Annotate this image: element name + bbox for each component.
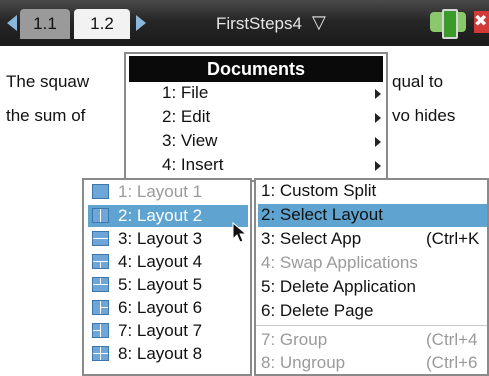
battery-icon	[430, 9, 466, 39]
menu-item-select-app[interactable]: 3: Select App (Ctrl+K	[258, 228, 487, 251]
doc-text-line1-right: qual to	[392, 72, 444, 91]
close-icon[interactable]: ✖	[474, 11, 489, 33]
layout-4-icon	[92, 254, 109, 269]
submenu-arrow-icon	[375, 161, 381, 171]
layout-item-label: 7: Layout 7	[118, 321, 203, 340]
menu-item-insert[interactable]: 4: Insert	[162, 155, 223, 175]
menu-item-label: 1: Custom Split	[261, 181, 377, 200]
tab-1-2[interactable]: 1.2	[74, 9, 130, 39]
layout-item-label: 3: Layout 3	[118, 229, 203, 248]
layout-item-label: 4: Layout 4	[118, 252, 203, 271]
layout-item-label: 6: Layout 6	[118, 298, 203, 317]
submenu-arrow-icon	[375, 113, 381, 123]
layout-item-2[interactable]: 2: Layout 2	[88, 205, 248, 227]
menu-item-label: 5: Delete Application	[261, 277, 416, 296]
menu-divider	[256, 325, 487, 326]
layout-item-label: 2: Layout 2	[118, 206, 203, 225]
layout-item-label: 1: Layout 1	[118, 182, 203, 201]
layout-2-icon	[92, 208, 109, 223]
layout-item-5[interactable]: 5: Layout 5	[88, 274, 248, 296]
menu-item-custom-split[interactable]: 1: Custom Split	[258, 180, 487, 203]
layout-5-icon	[92, 277, 109, 292]
menu-item-shortcut: (Ctrl+6	[426, 353, 478, 372]
layout-8-icon	[92, 346, 109, 361]
layout-item-6[interactable]: 6: Layout 6	[88, 297, 248, 319]
layout-7-icon	[92, 323, 109, 338]
menu-item-select-layout[interactable]: 2: Select Layout	[258, 204, 487, 227]
submenu-arrow-icon	[375, 89, 381, 99]
menu-item-label: 8: Ungroup	[261, 353, 346, 372]
menu-item-shortcut: (Ctrl+K	[426, 229, 480, 248]
left-arrow-icon[interactable]	[7, 15, 17, 31]
doc-text-line1-left: The squaw	[6, 72, 90, 91]
menu-item-view[interactable]: 3: View	[162, 131, 217, 151]
submenu-arrow-icon	[375, 137, 381, 147]
layout-6-icon	[92, 300, 109, 315]
layout-item-label: 8: Layout 8	[118, 344, 203, 363]
documents-menu-title: Documents	[129, 56, 383, 82]
menu-item-label: 6: Delete Page	[261, 301, 374, 320]
menu-item-delete-application[interactable]: 5: Delete Application	[258, 276, 487, 299]
menu-item-group[interactable]: 7: Group (Ctrl+4	[258, 329, 487, 352]
menu-item-label: 7: Group	[261, 330, 328, 349]
menu-item-label: 4: Swap Applications	[261, 253, 418, 272]
pointer-cursor-icon	[232, 222, 248, 243]
layout-item-1[interactable]: 1: Layout 1	[88, 181, 248, 203]
menu-item-delete-page[interactable]: 6: Delete Page	[258, 300, 487, 323]
layouts-menu: 1: Layout 1 2: Layout 2 3: Layout 3 4: L…	[82, 178, 252, 376]
top-bar: 1.1 1.2 FirstSteps4 ▽ ✖	[0, 0, 489, 46]
right-arrow-icon[interactable]	[136, 15, 146, 31]
document-title[interactable]: FirstSteps4	[216, 10, 302, 38]
menu-item-swap-applications[interactable]: 4: Swap Applications	[258, 252, 487, 275]
layout-1-icon	[92, 184, 109, 199]
layout-item-3[interactable]: 3: Layout 3	[88, 228, 248, 250]
menu-item-file[interactable]: 1: File	[162, 83, 208, 103]
menu-item-label: 2: Select Layout	[261, 205, 383, 224]
page-layout-menu: 1: Custom Split 2: Select Layout 3: Sele…	[254, 178, 489, 376]
tab-1-1[interactable]: 1.1	[20, 9, 70, 39]
layout-item-7[interactable]: 7: Layout 7	[88, 320, 248, 342]
menu-item-label: 3: Select App	[261, 229, 362, 248]
menu-item-ungroup[interactable]: 8: Ungroup (Ctrl+6	[258, 352, 487, 375]
layout-3-icon	[92, 231, 109, 246]
layout-item-8[interactable]: 8: Layout 8	[88, 343, 248, 365]
layout-item-4[interactable]: 4: Layout 4	[88, 251, 248, 273]
doc-text-line2-left: the sum of	[6, 106, 86, 125]
menu-item-shortcut: (Ctrl+4	[426, 330, 478, 349]
menu-item-edit[interactable]: 2: Edit	[162, 107, 210, 127]
documents-menu: Documents 1: File 2: Edit 3: View 4: Ins…	[124, 52, 388, 182]
chevron-down-icon[interactable]: ▽	[312, 12, 326, 33]
layout-item-label: 5: Layout 5	[118, 275, 203, 294]
doc-text-line2-right: vo hides	[392, 106, 456, 125]
